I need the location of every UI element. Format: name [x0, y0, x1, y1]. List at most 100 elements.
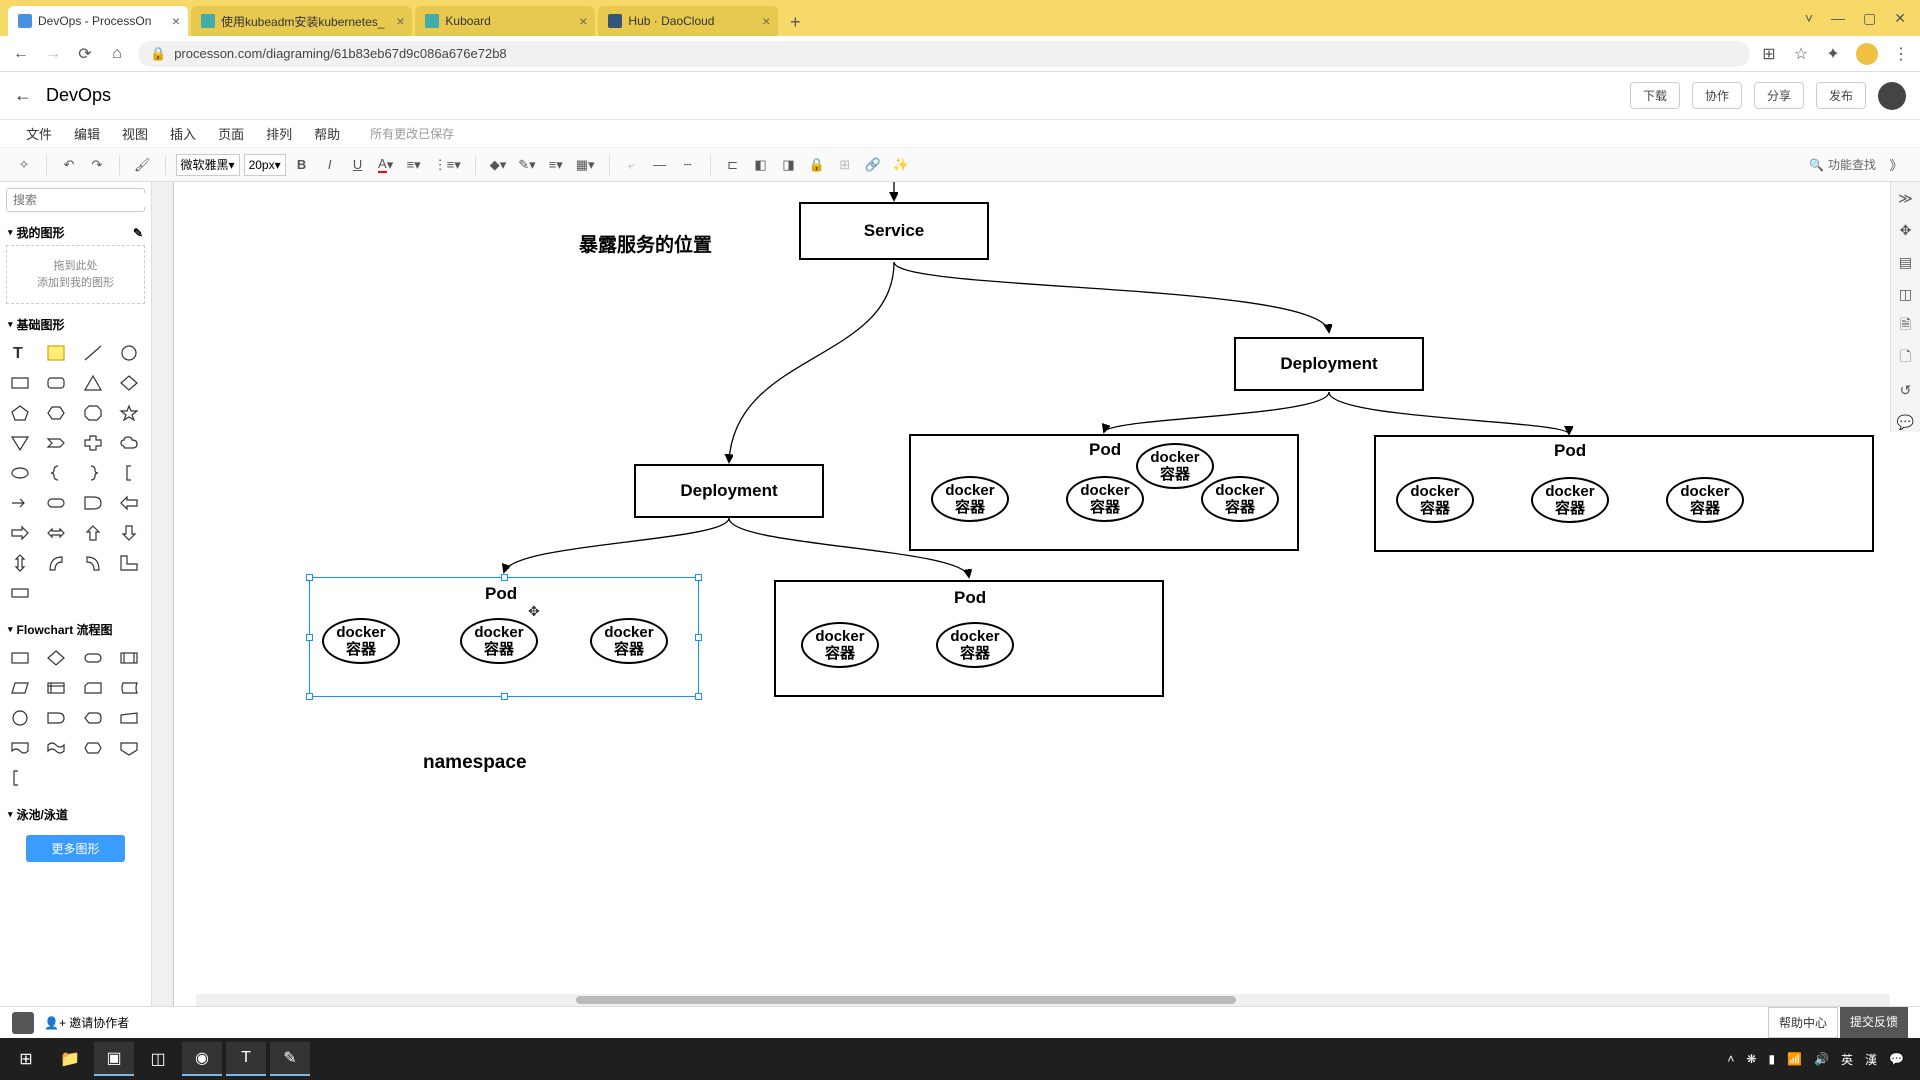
feedback-button[interactable]: 提交反馈 — [1840, 1007, 1908, 1038]
font-size-select[interactable]: 20px ▾ — [244, 154, 286, 176]
node-docker[interactable]: docker容器 — [1531, 477, 1609, 523]
bold-icon[interactable]: B — [290, 153, 314, 177]
window-dropdown-icon[interactable]: ˅ — [1805, 10, 1813, 26]
rt-shapes-icon[interactable]: ◫ — [1896, 284, 1916, 304]
chrome-icon[interactable]: ◉ — [182, 1042, 222, 1076]
rt-collapse-icon[interactable]: ≫ — [1896, 188, 1916, 208]
resize-handle[interactable] — [695, 634, 702, 641]
node-docker[interactable]: docker容器 — [801, 622, 879, 668]
profile-icon[interactable] — [1856, 43, 1878, 65]
node-pod[interactable]: Pod docker容器 docker容器 docker容器 docker容器 — [909, 434, 1299, 551]
group-icon[interactable]: ⊞ — [833, 153, 857, 177]
shape-triangle[interactable] — [79, 371, 107, 395]
tab-item[interactable]: Hub · DaoCloud × — [598, 6, 778, 36]
nav-reload-icon[interactable]: ⟳ — [74, 43, 96, 65]
shape-arrow-right[interactable] — [6, 521, 34, 545]
resize-handle[interactable] — [695, 574, 702, 581]
node-docker[interactable]: docker容器 — [1666, 477, 1744, 523]
close-icon[interactable]: × — [762, 13, 770, 29]
shape-fc-document[interactable] — [6, 736, 34, 760]
shape-hexagon[interactable] — [42, 401, 70, 425]
window-close-icon[interactable]: ✕ — [1894, 10, 1906, 27]
shape-chevron[interactable] — [42, 431, 70, 455]
tray-volume-icon[interactable]: 🔊 — [1814, 1052, 1829, 1066]
nav-home-icon[interactable]: ⌂ — [106, 43, 128, 65]
shape-arrow-left[interactable] — [115, 491, 143, 515]
rt-layers-icon[interactable]: ▤ — [1896, 252, 1916, 272]
shape-cloud[interactable] — [115, 431, 143, 455]
rt-history-icon[interactable]: ↺ — [1896, 380, 1916, 400]
download-button[interactable]: 下载 — [1630, 82, 1680, 109]
shape-fc-offpage[interactable] — [115, 736, 143, 760]
shape-arrow-down[interactable] — [115, 521, 143, 545]
resize-handle[interactable] — [501, 693, 508, 700]
menu-file[interactable]: 文件 — [26, 124, 52, 143]
shape-rect[interactable] — [6, 371, 34, 395]
node-docker[interactable]: docker容器 — [1136, 443, 1214, 489]
italic-icon[interactable]: I — [318, 153, 342, 177]
help-center-button[interactable]: 帮助中心 — [1768, 1007, 1838, 1038]
align-icon[interactable]: ≡▾ — [402, 153, 426, 177]
line-style-icon[interactable]: ≡▾ — [544, 153, 568, 177]
expand-icon[interactable]: 》 — [1884, 153, 1908, 177]
connector-icon[interactable]: ⤶ — [620, 153, 644, 177]
shape-fc-manual[interactable] — [115, 706, 143, 730]
menu-insert[interactable]: 插入 — [170, 124, 196, 143]
shape-fc-data[interactable] — [6, 676, 34, 700]
app-icon[interactable]: ◫ — [138, 1042, 178, 1076]
avatar[interactable] — [1878, 82, 1906, 110]
invite-collaborator[interactable]: 👤+ 邀请协作者 — [44, 1014, 129, 1031]
redo-icon[interactable]: ↷ — [85, 153, 109, 177]
shape-fc-connector[interactable] — [6, 706, 34, 730]
menu-view[interactable]: 视图 — [122, 124, 148, 143]
shape-rect2[interactable] — [6, 581, 34, 605]
format-painter-icon[interactable]: 🖌 — [130, 153, 155, 177]
start-icon[interactable]: ⊞ — [6, 1042, 46, 1076]
rt-pages-icon[interactable]: 🗎 — [1896, 316, 1916, 336]
shape-fc-internal[interactable] — [42, 676, 70, 700]
document-title[interactable]: DevOps — [46, 85, 111, 106]
resize-handle[interactable] — [306, 634, 313, 641]
resize-handle[interactable] — [501, 574, 508, 581]
tray-ime[interactable]: 漢 — [1865, 1051, 1877, 1068]
lock-icon[interactable]: 🔒 — [805, 153, 829, 177]
more-shapes-button[interactable]: 更多图形 — [26, 835, 125, 862]
shape-fc-display[interactable] — [79, 706, 107, 730]
bring-front-icon[interactable]: ◧ — [749, 153, 773, 177]
shape-trapezoid-down[interactable] — [6, 431, 34, 455]
panel-swimlane[interactable]: 泳池/泳道 — [6, 802, 145, 827]
shape-bracket[interactable] — [115, 461, 143, 485]
shape-note[interactable] — [42, 341, 70, 365]
shape-arrow-double[interactable] — [42, 521, 70, 545]
close-icon[interactable]: × — [396, 13, 404, 29]
magic-icon[interactable]: ✨ — [889, 153, 913, 177]
shape-circle[interactable] — [115, 341, 143, 365]
shape-star[interactable] — [115, 401, 143, 425]
shape-fc-card[interactable] — [79, 676, 107, 700]
font-select[interactable]: 微软雅黑 ▾ — [176, 154, 240, 176]
rt-comments-icon[interactable]: 💬 — [1896, 412, 1916, 432]
tray-wifi-icon[interactable]: 📶 — [1787, 1052, 1802, 1066]
collab-button[interactable]: 协作 — [1692, 82, 1742, 109]
panel-flowchart[interactable]: Flowchart 流程图 — [6, 617, 145, 642]
node-deployment-right[interactable]: Deployment — [1234, 337, 1424, 391]
rt-page-icon[interactable]: 🗋 — [1896, 348, 1916, 368]
app-icon[interactable]: ▣ — [94, 1042, 134, 1076]
node-docker[interactable]: docker容器 — [936, 622, 1014, 668]
collab-avatar[interactable] — [12, 1012, 34, 1034]
publish-button[interactable]: 发布 — [1816, 82, 1866, 109]
shape-fc-stored[interactable] — [115, 676, 143, 700]
explorer-icon[interactable]: 📁 — [50, 1042, 90, 1076]
panel-my-shapes[interactable]: 我的图形 ✎ — [6, 220, 145, 245]
menu-edit[interactable]: 编辑 — [74, 124, 100, 143]
highlight-icon[interactable]: ✎▾ — [514, 153, 539, 177]
tray-battery-icon[interactable]: ▮ — [1769, 1052, 1776, 1066]
shape-fc-annotation[interactable] — [6, 766, 34, 790]
style-picker-icon[interactable]: ✧ — [12, 153, 36, 177]
node-service[interactable]: Service — [799, 202, 989, 260]
share-button[interactable]: 分享 — [1754, 82, 1804, 109]
shape-diamond[interactable] — [115, 371, 143, 395]
shape-arrow-up[interactable] — [79, 521, 107, 545]
node-pod-selected[interactable]: Pod ✥ docker容器 docker容器 docker容器 — [309, 577, 699, 697]
menu-arrange[interactable]: 排列 — [266, 124, 292, 143]
